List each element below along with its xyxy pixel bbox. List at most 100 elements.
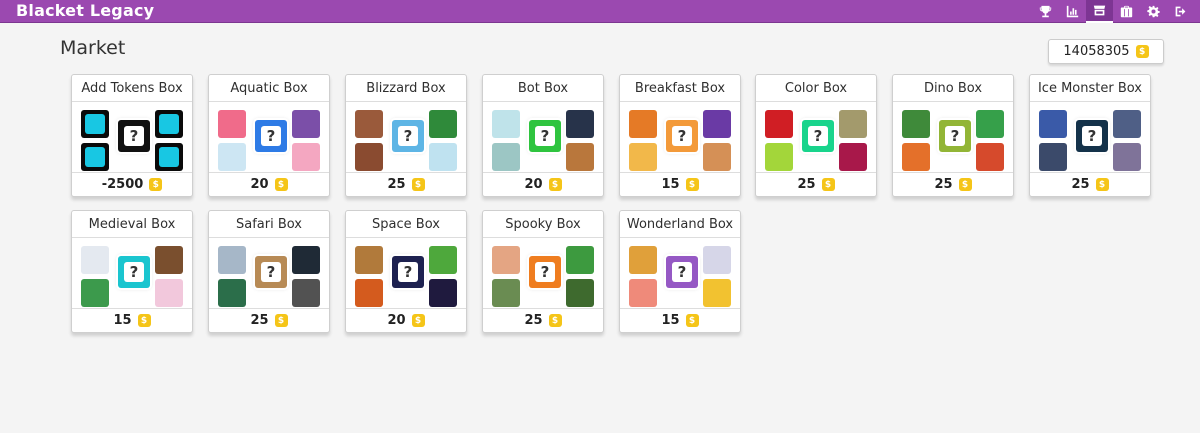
price-value: 25 bbox=[250, 313, 269, 328]
token-icon: $ bbox=[1135, 45, 1149, 58]
blook-icon bbox=[81, 279, 109, 307]
box-price: 20 $ bbox=[209, 172, 329, 196]
blook-icon bbox=[1039, 143, 1067, 171]
box-name: Spooky Box bbox=[483, 211, 603, 238]
blook-icon bbox=[566, 279, 594, 307]
box-price: 25 $ bbox=[209, 308, 329, 332]
box-art: ? bbox=[893, 103, 1013, 173]
blook-icon bbox=[765, 110, 793, 138]
blook-icon bbox=[703, 110, 731, 138]
logout-icon[interactable] bbox=[1167, 0, 1194, 23]
box-name: Aquatic Box bbox=[209, 75, 329, 102]
blook-icon bbox=[292, 143, 320, 171]
blook-icon bbox=[976, 110, 1004, 138]
box-name: Ice Monster Box bbox=[1030, 75, 1150, 102]
box-card[interactable]: Ice Monster Box? 25 $ bbox=[1029, 74, 1151, 197]
mystery-box-icon: ? bbox=[255, 120, 287, 152]
price-value: 25 bbox=[524, 313, 543, 328]
token-count: 14058305 bbox=[1063, 44, 1130, 59]
box-name: Blizzard Box bbox=[346, 75, 466, 102]
box-price: 15 $ bbox=[72, 308, 192, 332]
chart-icon[interactable] bbox=[1059, 0, 1086, 23]
price-value: 15 bbox=[661, 313, 680, 328]
briefcase-icon[interactable] bbox=[1113, 0, 1140, 23]
box-card[interactable]: Space Box? 20 $ bbox=[345, 210, 467, 333]
mystery-box-icon: ? bbox=[1076, 120, 1108, 152]
blook-icon bbox=[902, 143, 930, 171]
blook-icon bbox=[81, 246, 109, 274]
box-card[interactable]: Bot Box? 20 $ bbox=[482, 74, 604, 197]
box-art: ? bbox=[209, 103, 329, 173]
price-value: 20 bbox=[387, 313, 406, 328]
blook-icon bbox=[703, 279, 731, 307]
token-icon: $ bbox=[137, 314, 151, 327]
box-card[interactable]: Wonderland Box? 15 $ bbox=[619, 210, 741, 333]
blook-icon bbox=[1113, 110, 1141, 138]
box-art: ? bbox=[1030, 103, 1150, 173]
box-name: Dino Box bbox=[893, 75, 1013, 102]
blook-icon bbox=[429, 143, 457, 171]
blook-icon bbox=[292, 110, 320, 138]
token-icon: $ bbox=[548, 314, 562, 327]
blook-icon bbox=[218, 246, 246, 274]
box-card[interactable]: Medieval Box? 15 $ bbox=[71, 210, 193, 333]
box-name: Breakfast Box bbox=[620, 75, 740, 102]
box-art: ? bbox=[209, 239, 329, 309]
token-icon: $ bbox=[411, 314, 425, 327]
price-value: 20 bbox=[524, 177, 543, 192]
mystery-box-icon: ? bbox=[666, 256, 698, 288]
blook-icon bbox=[155, 246, 183, 274]
price-value: -2500 bbox=[101, 177, 144, 192]
blook-icon bbox=[566, 110, 594, 138]
trophy-icon[interactable] bbox=[1032, 0, 1059, 23]
blook-icon bbox=[429, 246, 457, 274]
page-title: Market bbox=[60, 37, 126, 59]
gear-icon[interactable] bbox=[1140, 0, 1167, 23]
box-price: -2500 $ bbox=[72, 172, 192, 196]
blook-icon bbox=[629, 279, 657, 307]
box-price: 15 $ bbox=[620, 308, 740, 332]
box-card[interactable]: Add Tokens Box? -2500 $ bbox=[71, 74, 193, 197]
box-card[interactable]: Blizzard Box? 25 $ bbox=[345, 74, 467, 197]
blook-icon bbox=[218, 279, 246, 307]
box-name: Safari Box bbox=[209, 211, 329, 238]
box-price: 25 $ bbox=[346, 172, 466, 196]
blook-icon bbox=[81, 110, 109, 138]
blook-icon bbox=[629, 143, 657, 171]
market-icon[interactable] bbox=[1086, 0, 1113, 23]
blook-icon bbox=[355, 246, 383, 274]
mystery-box-icon: ? bbox=[529, 256, 561, 288]
token-icon: $ bbox=[1095, 178, 1109, 191]
price-value: 20 bbox=[250, 177, 269, 192]
box-price: 25 $ bbox=[483, 308, 603, 332]
mystery-box-icon: ? bbox=[939, 120, 971, 152]
blook-icon bbox=[492, 279, 520, 307]
box-art: ? bbox=[756, 103, 876, 173]
box-card[interactable]: Dino Box? 25 $ bbox=[892, 74, 1014, 197]
blook-icon bbox=[703, 143, 731, 171]
price-value: 15 bbox=[661, 177, 680, 192]
price-value: 25 bbox=[387, 177, 406, 192]
box-art: ? bbox=[483, 103, 603, 173]
box-name: Space Box bbox=[346, 211, 466, 238]
blook-icon bbox=[429, 110, 457, 138]
blook-icon bbox=[703, 246, 731, 274]
box-name: Color Box bbox=[756, 75, 876, 102]
box-card[interactable]: Safari Box? 25 $ bbox=[208, 210, 330, 333]
app-title[interactable]: Blacket Legacy bbox=[16, 1, 154, 20]
price-value: 15 bbox=[113, 313, 132, 328]
blook-icon bbox=[355, 279, 383, 307]
blook-icon bbox=[976, 143, 1004, 171]
blook-icon bbox=[566, 143, 594, 171]
top-bar: Blacket Legacy bbox=[0, 0, 1200, 23]
box-name: Wonderland Box bbox=[620, 211, 740, 238]
box-price: 25 $ bbox=[893, 172, 1013, 196]
box-card[interactable]: Breakfast Box? 15 $ bbox=[619, 74, 741, 197]
box-card[interactable]: Color Box? 25 $ bbox=[755, 74, 877, 197]
blook-icon bbox=[429, 279, 457, 307]
blook-icon bbox=[81, 143, 109, 171]
box-card[interactable]: Aquatic Box? 20 $ bbox=[208, 74, 330, 197]
blook-icon bbox=[902, 110, 930, 138]
box-card[interactable]: Spooky Box? 25 $ bbox=[482, 210, 604, 333]
blook-icon bbox=[839, 143, 867, 171]
